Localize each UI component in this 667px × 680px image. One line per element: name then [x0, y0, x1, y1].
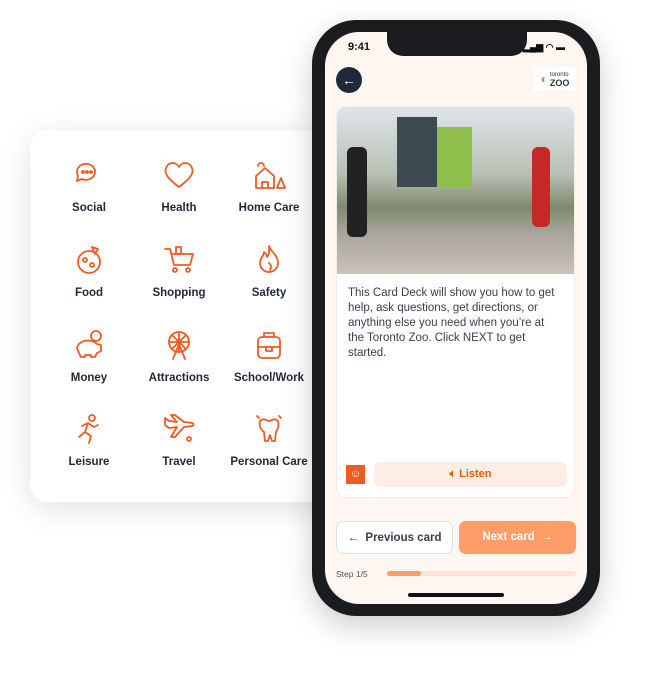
category-label: Travel [162, 456, 196, 468]
piggy-bank-icon [76, 330, 102, 358]
tooth-icon [256, 415, 282, 442]
category-health[interactable]: Health [129, 158, 229, 216]
phone-frame: 9:41 ▂▄▆ ◠ ▬ ← ◐ toronto ZOO This Card Dec… [312, 20, 600, 616]
category-safety[interactable]: Safety [219, 243, 319, 301]
airplane-icon [164, 414, 195, 442]
category-shopping[interactable]: Shopping [129, 243, 229, 301]
pizza-icon [77, 246, 101, 274]
notch [387, 32, 527, 56]
category-travel[interactable]: Travel [129, 412, 229, 470]
category-food[interactable]: Food [39, 243, 139, 301]
card-description: This Card Deck will show you how to get … [348, 287, 555, 359]
category-label: Safety [251, 287, 287, 299]
category-label: Leisure [68, 456, 110, 468]
heart-icon [164, 162, 194, 188]
category-label: Personal Care [230, 456, 308, 468]
progress-bar [387, 571, 576, 576]
next-card-button[interactable]: Next card → [459, 521, 576, 554]
progress-fill [387, 571, 422, 576]
category-panel: Social Health Home Care Food Shopping Safety M… [30, 130, 340, 502]
speaker-icon: 🔈︎ [449, 468, 460, 480]
category-attractions[interactable]: Attractions [129, 328, 229, 386]
category-social[interactable]: Social [39, 158, 139, 216]
backpack-icon [257, 332, 281, 359]
shopping-cart-icon [164, 246, 194, 273]
previous-card-button[interactable]: ← Previous card [336, 521, 453, 554]
category-label: Social [72, 202, 106, 214]
house-icon [255, 162, 286, 189]
category-label: Food [74, 287, 104, 299]
category-label: Attractions [148, 372, 210, 384]
ferris-wheel-icon [168, 331, 190, 360]
listen-button[interactable]: 🔈︎ Listen [374, 462, 567, 487]
category-home-care[interactable]: Home Care [219, 158, 319, 216]
category-school-work[interactable]: School/Work [219, 328, 319, 386]
arrow-left-icon: ← [347, 532, 360, 544]
back-button[interactable]: ← [336, 67, 362, 93]
category-money[interactable]: Money [39, 328, 139, 386]
running-person-icon [78, 414, 99, 444]
zoo-photo [337, 107, 574, 274]
flame-icon [259, 245, 279, 273]
speech-bubbles-icon [76, 162, 96, 182]
home-indicator [408, 593, 504, 597]
category-label: Health [161, 202, 197, 214]
category-label: Shopping [152, 287, 206, 299]
step-label: Step 1/5 [336, 569, 368, 579]
status-icons: ▂▄▆ ◠ ▬ [522, 42, 565, 52]
toronto-zoo-logo: ◐ toronto ZOO [534, 67, 576, 91]
status-time: 9:41 [348, 41, 371, 53]
category-label: Home Care [238, 202, 300, 214]
category-leisure[interactable]: Leisure [39, 412, 139, 470]
smiley-icon: ☺ [346, 465, 365, 484]
category-personal-care[interactable]: Personal Care [219, 412, 319, 470]
category-label: School/Work [233, 372, 305, 384]
phone-screen: 9:41 ▂▄▆ ◠ ▬ ← ◐ toronto ZOO This Card Dec… [325, 32, 587, 604]
arrow-right-icon: → [541, 531, 553, 543]
content-card: This Card Deck will show you how to get … [336, 106, 575, 498]
category-label: Money [70, 372, 108, 384]
arrow-left-icon: ← [342, 72, 356, 88]
